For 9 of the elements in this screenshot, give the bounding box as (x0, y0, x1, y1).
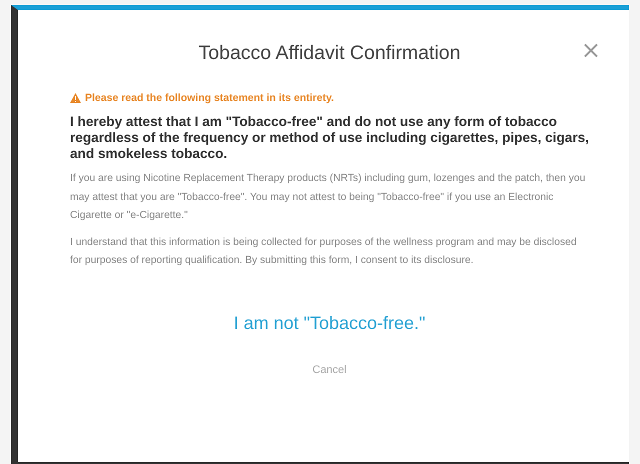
warning-text: Please read the following statement in its entirety. (85, 92, 334, 104)
cancel-button[interactable]: Cancel (306, 362, 353, 378)
dialog-title: Tobacco Affidavit Confirmation (198, 42, 460, 64)
not-tobacco-free-link[interactable]: I am not "Tobacco-free." (228, 310, 432, 336)
body-paragraph: If you are using Nicotine Replacement Therapy products (NRTs) including gum, lozenges and the patch, then you may attest that you are "Tobacco-free". You may not attest to being "Tobacco-free" if you use an Electronic Cigarette or "e-Cigarette." (70, 172, 586, 223)
attestation-statement: I hereby attest that I am "Tobacco-free" and do not use any form of tobacco regardless of the frequency or method of use including cigarettes, pipes, cigars, and smokeless tobacco. (70, 114, 589, 162)
close-button[interactable]: × (576, 38, 605, 62)
body-paragraph: I understand that this information is being collected for purposes of the wellness program and may be disclosed for purposes of reporting qualification. By submitting this form, I consent to its disclosure. (70, 236, 578, 268)
warning-icon (70, 93, 81, 103)
